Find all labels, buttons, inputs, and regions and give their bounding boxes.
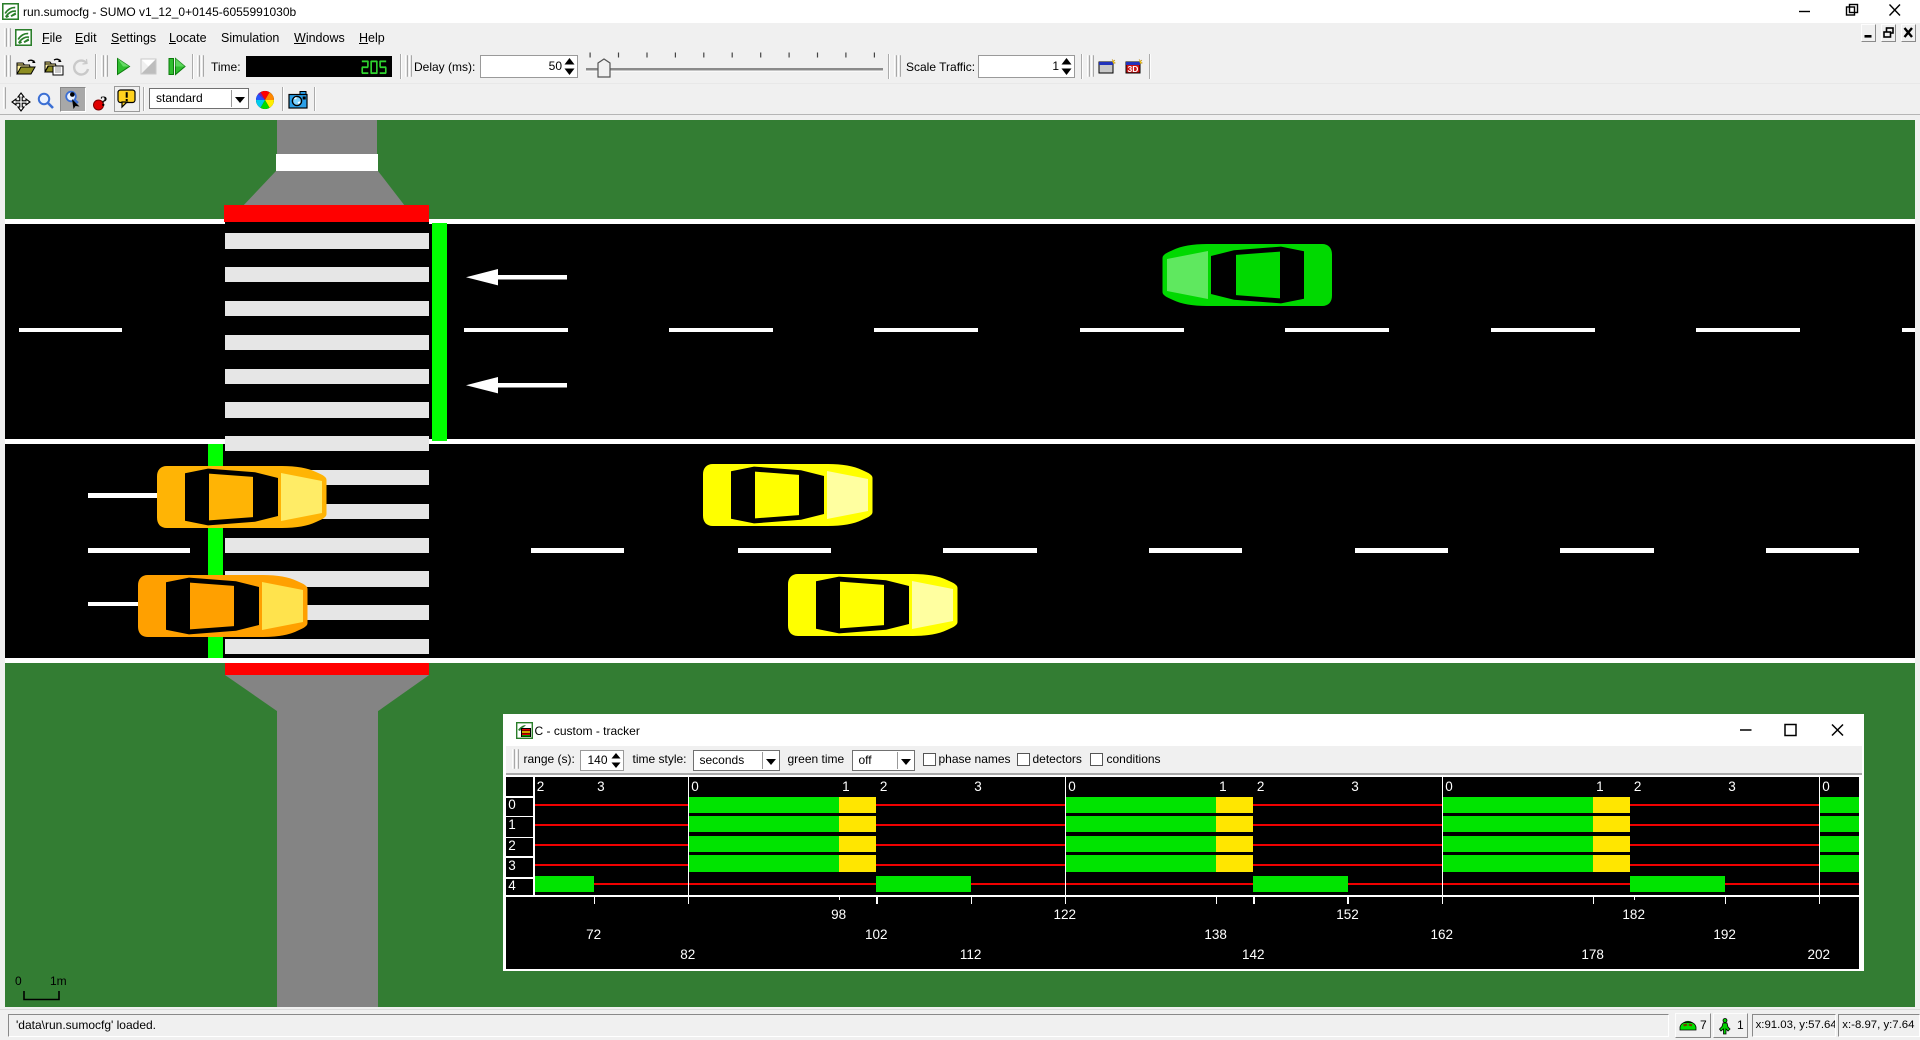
svg-text:?: ? [100, 94, 108, 110]
svg-text:3D: 3D [1128, 64, 1139, 74]
